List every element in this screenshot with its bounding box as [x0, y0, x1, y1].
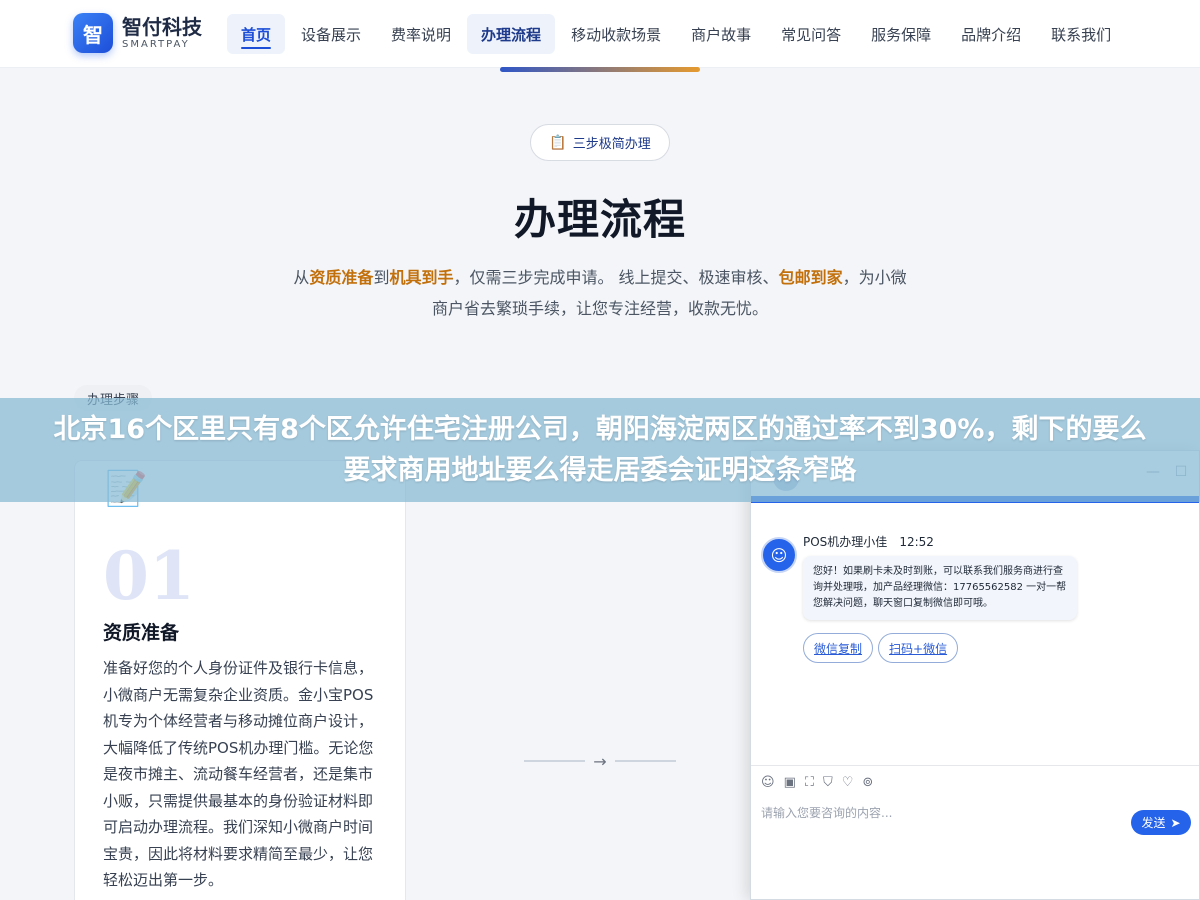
desc-part-1: 从	[293, 268, 310, 287]
brand-name-cn: 智付科技	[122, 14, 202, 39]
send-icon: ➤	[1170, 815, 1181, 830]
caption-banner: 北京16个区里只有8个区允许住宅注册公司，朝阳海淀两区的通过率不到30%，剩下的…	[0, 398, 1200, 502]
page-description: 从资质准备到机具到手，仅需三步完成申请。 线上提交、极速审核、包邮到家，为小微商…	[290, 262, 910, 324]
nav-process[interactable]: 办理流程	[467, 14, 556, 54]
emoji-icon[interactable]: ☺	[761, 775, 775, 790]
agent-name: POS机办理小佳	[803, 535, 888, 549]
connector-line-right	[614, 760, 676, 762]
page-title: 办理流程	[513, 195, 686, 244]
send-button[interactable]: 发送 ➤	[1131, 810, 1191, 835]
section-badge: 📋 三步极简办理	[530, 124, 670, 161]
agent-meta: POS机办理小佳 12:52	[803, 533, 934, 550]
brand-name-en: SMARTPAY	[122, 38, 190, 50]
highlight-qualification: 资质准备	[309, 268, 374, 287]
chat-messages: ☺ POS机办理小佳 12:52 您好！如果刷卡未及时到账，可以联系我们服务商进行…	[751, 503, 1199, 765]
nav-rates[interactable]: 费率说明	[377, 14, 465, 54]
wechat-icon[interactable]: ⊚	[862, 775, 873, 790]
nav-contact[interactable]: 联系我们	[1037, 14, 1125, 54]
copy-wechat-button[interactable]: 微信复制	[803, 633, 874, 663]
brand-logo[interactable]: 智 智付科技 SMARTPAY	[73, 13, 202, 53]
connector-line-left	[524, 760, 586, 762]
image-icon[interactable]: ▣	[784, 775, 796, 790]
brand-mark: 智	[73, 13, 113, 53]
step-number: 01	[103, 537, 195, 615]
desc-part-3: ，仅需三步完成申请。 线上提交、极速审核、	[453, 268, 779, 287]
step-connector: →	[524, 750, 676, 772]
brand-text: 智付科技 SMARTPAY	[122, 17, 202, 50]
main-nav: 首页 设备展示 费率说明 办理流程 移动收款场景 商户故事 常见问答 服务保障 …	[227, 14, 1127, 54]
highlight-device: 机具到手	[389, 268, 454, 287]
desc-part-2: 到	[373, 268, 390, 287]
rating-icon[interactable]: ♡	[842, 775, 854, 790]
nav-home[interactable]: 首页	[227, 14, 286, 54]
step-title: 资质准备	[103, 622, 180, 644]
message-time: 12:52	[899, 535, 934, 549]
agent-message: 您好！如果刷卡未及时到账，可以联系我们服务商进行查询并处理哦，加产品经理微信：1…	[803, 556, 1077, 620]
highlight-shipping: 包邮到家	[778, 268, 843, 287]
nav-devices[interactable]: 设备展示	[287, 14, 375, 54]
shield-icon[interactable]: ⛉	[823, 775, 833, 790]
nav-stories[interactable]: 商户故事	[677, 14, 765, 54]
send-label: 发送	[1141, 816, 1166, 830]
chat-input[interactable]	[761, 801, 1121, 825]
nav-brand[interactable]: 品牌介绍	[947, 14, 1035, 54]
step-card-1: 📝 01 资质准备 准备好您的个人身份证件及银行卡信息，小微商户无需复杂企业资质…	[74, 460, 406, 900]
chat-toolbar: ☺ ▣ ⛶ ⛉ ♡ ⊚	[751, 765, 1199, 799]
quick-replies: 微信复制 扫码+微信	[803, 633, 963, 663]
nav-faq[interactable]: 常见问答	[767, 14, 855, 54]
nav-scenarios[interactable]: 移动收款场景	[557, 14, 675, 54]
scan-wechat-button[interactable]: 扫码+微信	[878, 633, 959, 663]
caption-text: 北京16个区里只有8个区允许住宅注册公司，朝阳海淀两区的通过率不到30%，剩下的…	[53, 414, 1147, 486]
nav-progress-underline	[500, 67, 700, 72]
screenshot-icon[interactable]: ⛶	[805, 775, 814, 790]
nav-service[interactable]: 服务保障	[857, 14, 945, 54]
badge-label: 三步极简办理	[572, 137, 651, 152]
chat-window: — ☐ ☺ POS机办理小佳12:52 您好！如果刷卡未及时到账，可以联系我们服…	[750, 450, 1200, 900]
site-header: 智 智付科技 SMARTPAY 首页 设备展示 费率说明 办理流程 移动收款场景…	[0, 0, 1200, 68]
arrow-right-icon: →	[593, 751, 607, 771]
step-description: 准备好您的个人身份证件及银行卡信息，小微商户无需复杂企业资质。金小宝POS机专为…	[103, 659, 374, 889]
clipboard-icon: 📋	[549, 134, 567, 151]
agent-avatar-icon: ☺	[761, 537, 797, 573]
